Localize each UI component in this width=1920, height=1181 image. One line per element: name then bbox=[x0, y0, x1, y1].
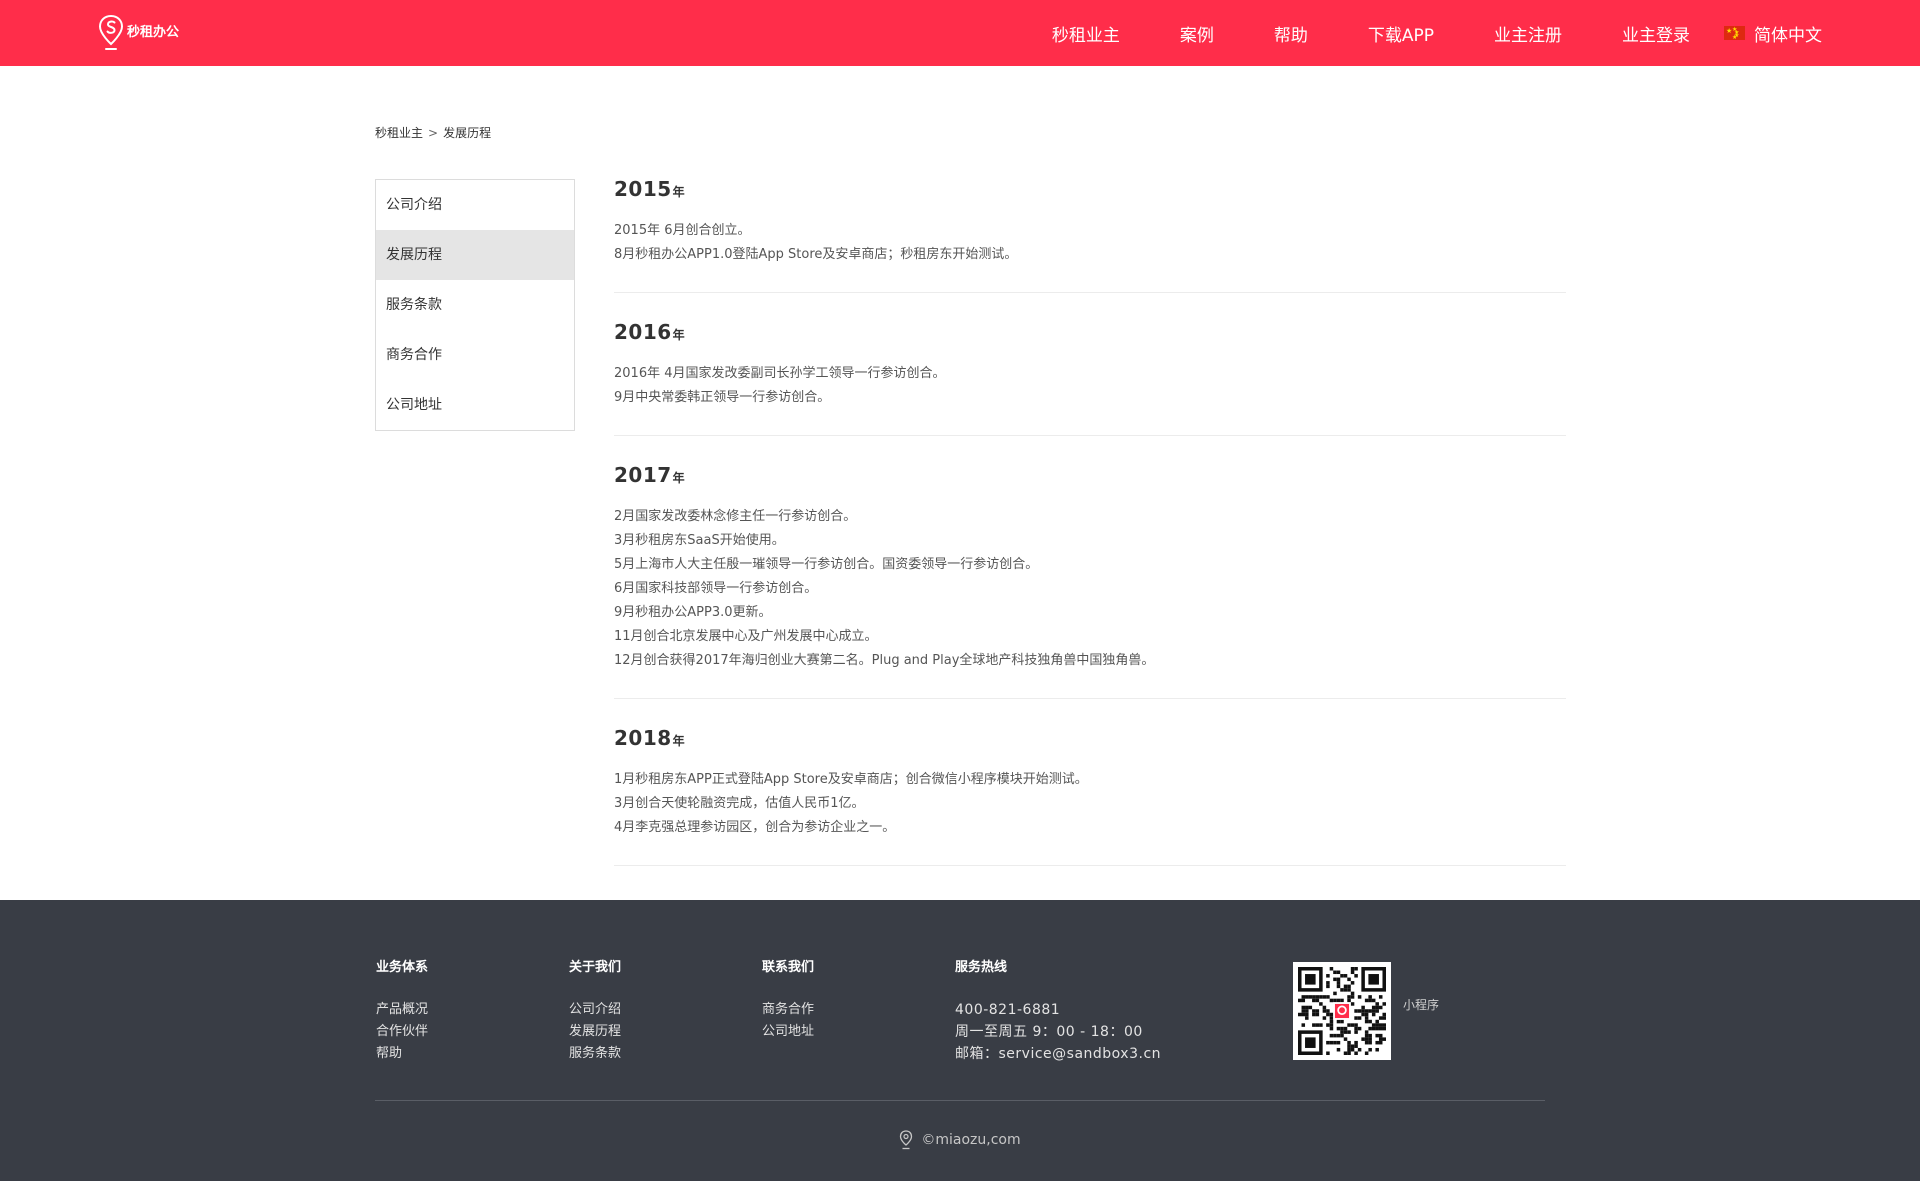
event-item: 8月秒租办公APP1.0登陆App Store及安卓商店；秒租房东开始测试。 bbox=[614, 247, 1018, 262]
language-label: 简体中文 bbox=[1754, 25, 1822, 46]
year-number: 2017 bbox=[614, 463, 672, 487]
nav-owner[interactable]: 秒租业主 bbox=[1052, 21, 1120, 46]
year-number: 2018 bbox=[614, 726, 672, 750]
footer-column-business: 业务体系 产品概况 合作伙伴 帮助 bbox=[376, 959, 428, 1065]
event-item: 9月中央常委韩正领导一行参访创合。 bbox=[614, 390, 831, 405]
event-list: 2016年 4月国家发改委副司长孙学工领导一行参访创合。 9月中央常委韩正领导一… bbox=[614, 362, 1566, 410]
year-block-2017: 2017年 2月国家发改委林念修主任一行参访创合。 3月秒租房东SaaS开始使用… bbox=[614, 462, 1566, 699]
event-item: 1月秒租房东APP正式登陆App Store及安卓商店；创合微信小程序模块开始测… bbox=[614, 772, 1088, 787]
event-item: 11月创合北京发展中心及广州发展中心成立。 bbox=[614, 629, 878, 644]
year-number: 2015 bbox=[614, 177, 672, 201]
year-suffix: 年 bbox=[672, 185, 686, 199]
footer: 业务体系 产品概况 合作伙伴 帮助 关于我们 公司介绍 发展历程 服务条款 联系… bbox=[0, 900, 1920, 1181]
footer-column-title: 服务热线 bbox=[955, 960, 1008, 975]
nav-owner-login[interactable]: 业主登录 bbox=[1622, 21, 1690, 46]
logo-text: 秒租办公 bbox=[127, 24, 180, 40]
footer-link-company-intro[interactable]: 公司介绍 bbox=[569, 999, 621, 1021]
footer-link-list: 商务合作 公司地址 bbox=[762, 999, 814, 1043]
hotline-info: 400-821-6881 周一至周五 9：00 - 18：00 邮箱：servi… bbox=[955, 999, 1161, 1065]
event-item: 2016年 4月国家发改委副司长孙学工领导一行参访创合。 bbox=[614, 366, 946, 381]
hotline-phone: 400-821-6881 bbox=[955, 1002, 1061, 1018]
timeline: 2015年 2015年 6月创合创立。 8月秒租办公APP1.0登陆App St… bbox=[614, 176, 1566, 892]
breadcrumb-separator: > bbox=[428, 125, 439, 140]
footer-column-title: 业务体系 bbox=[376, 960, 429, 975]
event-list: 2015年 6月创合创立。 8月秒租办公APP1.0登陆App Store及安卓… bbox=[614, 219, 1566, 267]
year-suffix: 年 bbox=[672, 328, 686, 342]
event-item: 3月秒租房东SaaS开始使用。 bbox=[614, 533, 785, 548]
year-block-2016: 2016年 2016年 4月国家发改委副司长孙学工领导一行参访创合。 9月中央常… bbox=[614, 319, 1566, 436]
sidebar-item-business[interactable]: 商务合作 bbox=[376, 330, 574, 380]
event-item: 3月创合天使轮融资完成，估值人民币1亿。 bbox=[614, 796, 865, 811]
year-title: 2017年 bbox=[614, 462, 1566, 488]
event-item: 2月国家发改委林念修主任一行参访创合。 bbox=[614, 509, 857, 524]
qr-code-icon bbox=[1298, 967, 1386, 1055]
event-item: 6月国家科技部领导一行参访创合。 bbox=[614, 581, 818, 596]
event-list: 1月秒租房东APP正式登陆App Store及安卓商店；创合微信小程序模块开始测… bbox=[614, 768, 1566, 840]
footer-link-address[interactable]: 公司地址 bbox=[762, 1021, 814, 1043]
sidebar-item-company-intro[interactable]: 公司介绍 bbox=[376, 180, 574, 230]
sidebar-item-history[interactable]: 发展历程 bbox=[376, 230, 574, 280]
year-title: 2018年 bbox=[614, 725, 1566, 751]
footer-link-help[interactable]: 帮助 bbox=[376, 1043, 428, 1065]
china-flag-icon: ★ ★ ★ ★ ★ bbox=[1724, 26, 1745, 41]
footer-column-title: 关于我们 bbox=[569, 960, 622, 975]
footer-link-terms[interactable]: 服务条款 bbox=[569, 1043, 621, 1065]
footer-link-product-overview[interactable]: 产品概况 bbox=[376, 999, 428, 1021]
qr-label: 小程序 bbox=[1403, 998, 1440, 1012]
event-item: 2015年 6月创合创立。 bbox=[614, 223, 751, 238]
footer-link-history[interactable]: 发展历程 bbox=[569, 1021, 621, 1043]
main-nav: 秒租业主 案例 帮助 下载APP 业主注册 业主登录 ★ ★ ★ ★ ★ 简体中… bbox=[1052, 0, 1822, 66]
sidebar-item-terms[interactable]: 服务条款 bbox=[376, 280, 574, 330]
hotline-email[interactable]: 邮箱：service@sandbox3.cn bbox=[955, 1043, 1161, 1065]
nav-owner-register[interactable]: 业主注册 bbox=[1494, 21, 1562, 46]
language-selector[interactable]: ★ ★ ★ ★ ★ 简体中文 bbox=[1724, 21, 1822, 46]
nav-cases[interactable]: 案例 bbox=[1180, 21, 1214, 46]
year-block-2015: 2015年 2015年 6月创合创立。 8月秒租办公APP1.0登陆App St… bbox=[614, 176, 1566, 293]
year-suffix: 年 bbox=[672, 471, 686, 485]
mini-program-qr-code bbox=[1293, 962, 1391, 1060]
copyright: ©miaozu,com bbox=[0, 1130, 1920, 1150]
footer-link-partners[interactable]: 合作伙伴 bbox=[376, 1021, 428, 1043]
top-header: 秒租办公 秒租业主 案例 帮助 下载APP 业主注册 业主登录 ★ ★ ★ ★ … bbox=[0, 0, 1920, 66]
breadcrumb-current: 发展历程 bbox=[443, 126, 492, 140]
breadcrumb: 秒租业主 > 发展历程 bbox=[375, 124, 491, 141]
location-pin-icon bbox=[900, 1130, 913, 1150]
footer-link-business[interactable]: 商务合作 bbox=[762, 999, 814, 1021]
footer-column-contact: 联系我们 商务合作 公司地址 bbox=[762, 959, 814, 1043]
event-item: 4月李克强总理参访园区，创合为参访企业之一。 bbox=[614, 820, 896, 835]
year-suffix: 年 bbox=[672, 734, 686, 748]
copyright-text: ©miaozu,com bbox=[921, 1132, 1021, 1148]
footer-column-hotline: 服务热线 400-821-6881 周一至周五 9：00 - 18：00 邮箱：… bbox=[955, 959, 1161, 1065]
logo[interactable]: 秒租办公 bbox=[98, 14, 179, 52]
event-list: 2月国家发改委林念修主任一行参访创合。 3月秒租房东SaaS开始使用。 5月上海… bbox=[614, 505, 1566, 673]
footer-column-title: 联系我们 bbox=[762, 960, 815, 975]
footer-link-list: 产品概况 合作伙伴 帮助 bbox=[376, 999, 428, 1065]
event-item: 12月创合获得2017年海归创业大赛第二名。Plug and Play全球地产科… bbox=[614, 653, 1155, 668]
year-title: 2016年 bbox=[614, 319, 1566, 345]
nav-help[interactable]: 帮助 bbox=[1274, 21, 1308, 46]
footer-column-about: 关于我们 公司介绍 发展历程 服务条款 bbox=[569, 959, 621, 1065]
footer-link-list: 公司介绍 发展历程 服务条款 bbox=[569, 999, 621, 1065]
footer-divider bbox=[375, 1100, 1545, 1101]
year-block-2018: 2018年 1月秒租房东APP正式登陆App Store及安卓商店；创合微信小程… bbox=[614, 725, 1566, 866]
nav-download-app[interactable]: 下载APP bbox=[1368, 21, 1434, 46]
sidebar-menu: 公司介绍 发展历程 服务条款 商务合作 公司地址 bbox=[375, 179, 575, 431]
hotline-hours: 周一至周五 9：00 - 18：00 bbox=[955, 1024, 1143, 1040]
event-item: 5月上海市人大主任殷一璀领导一行参访创合。国资委领导一行参访创合。 bbox=[614, 557, 1039, 572]
event-item: 9月秒租办公APP3.0更新。 bbox=[614, 605, 772, 620]
year-number: 2016 bbox=[614, 320, 672, 344]
breadcrumb-root[interactable]: 秒租业主 bbox=[375, 124, 423, 141]
logo-pin-icon bbox=[98, 14, 124, 50]
year-title: 2015年 bbox=[614, 176, 1566, 202]
sidebar-item-address[interactable]: 公司地址 bbox=[376, 380, 574, 430]
